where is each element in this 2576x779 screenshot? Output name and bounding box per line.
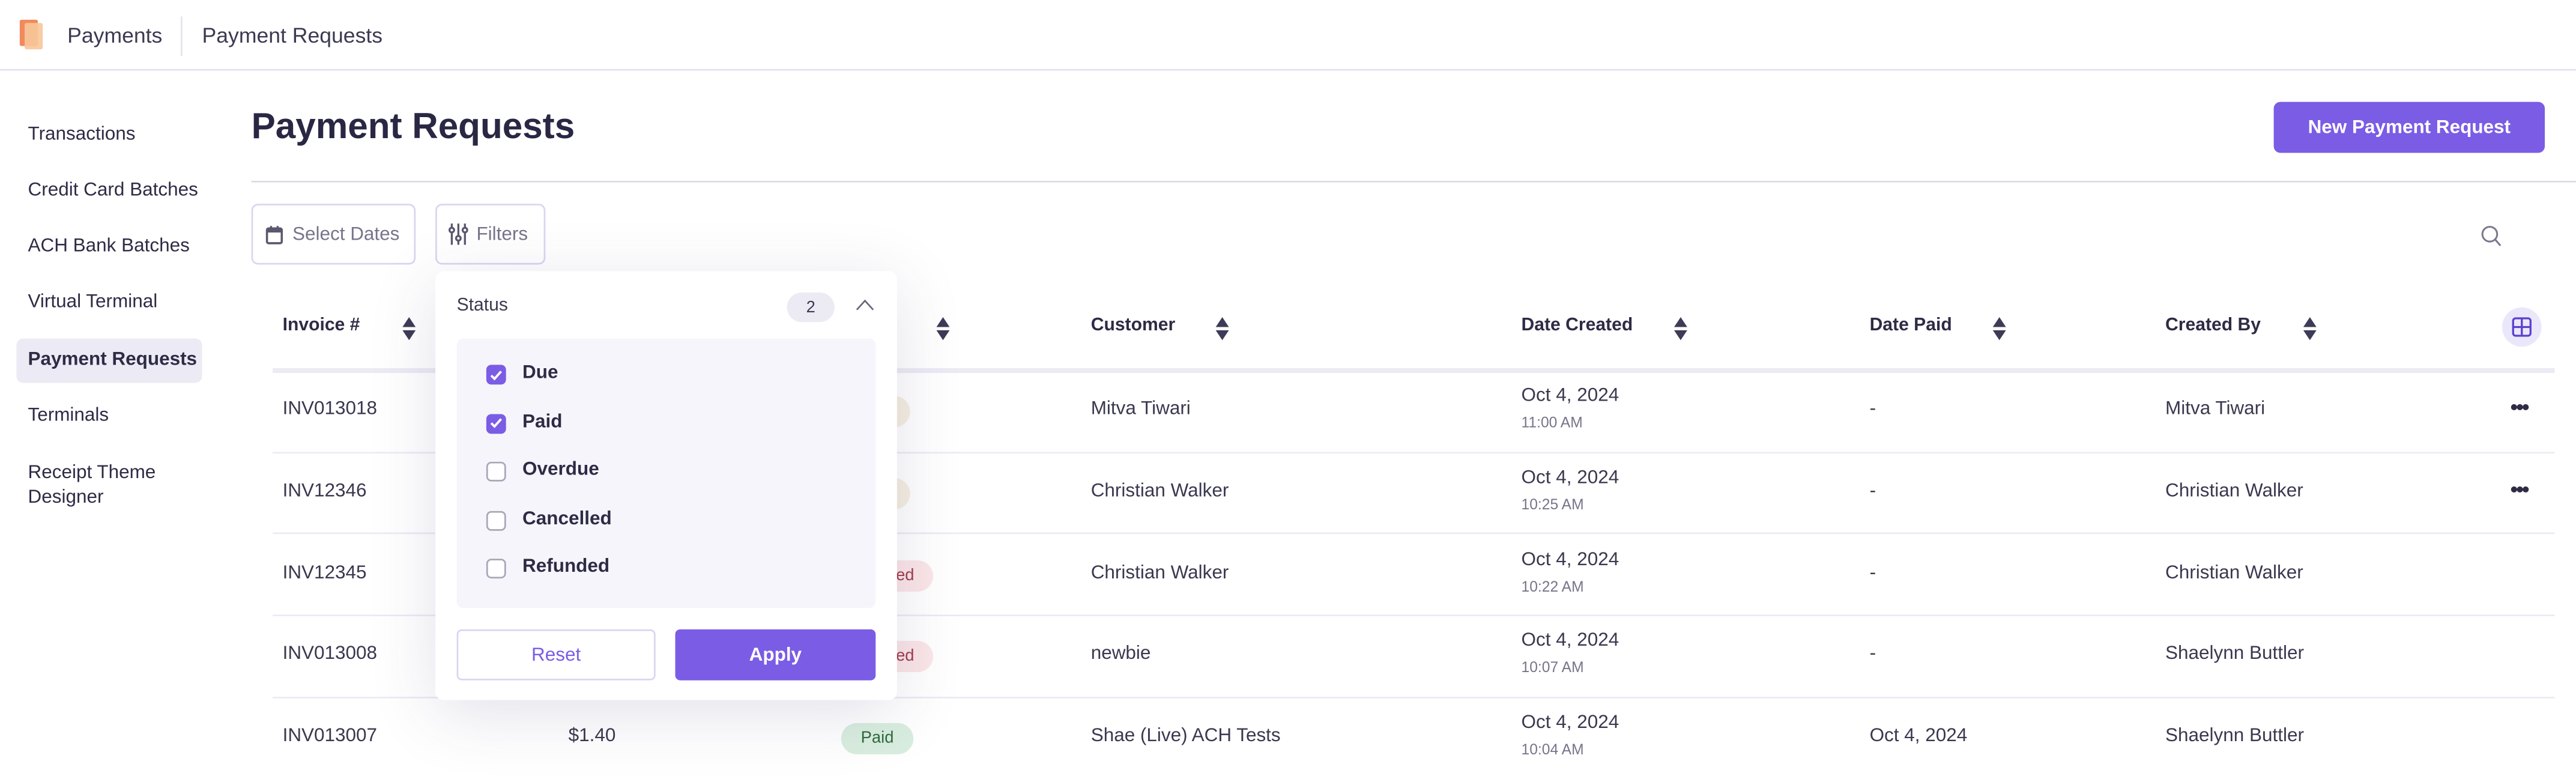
app-name[interactable]: Payments (67, 23, 162, 47)
invoice-number[interactable]: INV12345 (283, 563, 367, 583)
date-paid: - (1869, 563, 1876, 583)
created-by: Shaelynn Buttler (2165, 726, 2304, 747)
option-label: Paid (522, 411, 563, 432)
search-icon[interactable] (2481, 225, 2502, 247)
date-paid: - (1869, 399, 1876, 419)
page-title: Payment Requests (251, 105, 575, 147)
option-label: Overdue (522, 460, 599, 480)
status-section-label: Status (456, 296, 508, 316)
divider (180, 16, 183, 56)
invoice-number[interactable]: INV013008 (283, 645, 377, 665)
select-dates-button[interactable]: Select Dates (251, 204, 416, 265)
column-date-paid[interactable]: Date Paid (1870, 315, 1952, 335)
column-date-created[interactable]: Date Created (1522, 315, 1633, 335)
invoice-number[interactable]: INV013007 (283, 727, 377, 747)
reset-button[interactable]: Reset (456, 629, 656, 680)
sidebar-item-credit-card-batches[interactable]: Credit Card Batches (28, 181, 198, 201)
customer-name: newbie (1090, 644, 1151, 665)
customer-name: Shae (Live) ACH Tests (1090, 726, 1281, 747)
checkbox[interactable] (486, 365, 506, 385)
checkbox[interactable] (486, 559, 506, 579)
filter-popup: Status 2 Due Paid Overdue Cancelled Refunded… (435, 271, 897, 700)
more-actions-icon[interactable]: ••• (2511, 395, 2530, 419)
date-created: Oct 4, 2024 (1521, 550, 1619, 570)
filters-button[interactable]: Filters (435, 204, 546, 265)
sliders-icon (448, 223, 468, 245)
time-created: 10:04 AM (1521, 741, 1584, 758)
check-icon (490, 418, 502, 428)
checkbox[interactable] (486, 413, 506, 433)
checkbox[interactable] (486, 461, 506, 482)
sort-icon[interactable] (936, 317, 950, 341)
checkbox[interactable] (486, 510, 506, 530)
created-by: Mitva Tiwari (2165, 399, 2266, 419)
created-by: Shaelynn Buttler (2165, 644, 2304, 665)
date-paid: - (1869, 644, 1876, 665)
created-by: Christian Walker (2165, 563, 2303, 583)
amount: $1.40 (568, 726, 616, 747)
time-created: 11:00 AM (1521, 414, 1583, 431)
sidebar-item-virtual-terminal[interactable]: Virtual Terminal (28, 293, 158, 312)
calendar-icon (265, 225, 283, 244)
payments-logo-icon (19, 19, 43, 50)
customer-name: Christian Walker (1090, 563, 1229, 583)
customer-name: Christian Walker (1090, 481, 1229, 501)
sidebar-item-receipt-theme-designer[interactable]: Receipt Theme Designer (28, 462, 184, 511)
selected-count-badge: 2 (787, 293, 835, 323)
divider (251, 180, 2576, 183)
time-created: 10:22 AM (1521, 577, 1584, 595)
time-created: 10:25 AM (1521, 496, 1584, 513)
filters-label: Filters (476, 224, 528, 244)
sidebar-item-transactions[interactable]: Transactions (28, 125, 136, 145)
column-invoice[interactable]: Invoice # (283, 315, 360, 335)
sort-icon[interactable] (402, 317, 416, 341)
date-paid: - (1869, 481, 1876, 501)
date-created: Oct 4, 2024 (1521, 468, 1619, 488)
option-label: Due (522, 363, 558, 383)
customer-name: Mitva Tiwari (1090, 399, 1191, 419)
column-customer[interactable]: Customer (1091, 315, 1175, 335)
date-created: Oct 4, 2024 (1521, 631, 1619, 652)
column-created-by[interactable]: Created By (2165, 315, 2261, 335)
invoice-number[interactable]: INV12346 (283, 481, 367, 501)
apply-button[interactable]: Apply (675, 629, 876, 680)
grid-icon (2512, 317, 2532, 337)
date-created: Oct 4, 2024 (1521, 713, 1619, 733)
chevron-up-icon[interactable] (856, 299, 874, 311)
sidebar-item-ach-bank-batches[interactable]: ACH Bank Batches (28, 237, 190, 256)
sort-icon[interactable] (1673, 317, 1687, 341)
date-paid: Oct 4, 2024 (1869, 726, 1968, 747)
select-dates-label: Select Dates (292, 224, 400, 244)
sort-icon[interactable] (1992, 317, 2006, 341)
breadcrumb: Payment Requests (202, 23, 383, 48)
status-options (456, 338, 876, 608)
date-created: Oct 4, 2024 (1521, 386, 1619, 406)
option-label: Refunded (522, 557, 610, 577)
check-icon (490, 369, 502, 380)
sort-icon[interactable] (1215, 317, 1229, 341)
invoice-number[interactable]: INV013018 (283, 399, 377, 419)
top-bar: Payments Payment Requests (0, 0, 2576, 71)
status-badge: Paid (841, 723, 914, 755)
more-actions-icon[interactable]: ••• (2511, 476, 2530, 501)
created-by: Christian Walker (2165, 481, 2303, 501)
time-created: 10:07 AM (1521, 659, 1584, 676)
sidebar-item-terminals[interactable]: Terminals (28, 406, 109, 426)
column-settings-button[interactable] (2502, 307, 2542, 347)
sort-icon[interactable] (2303, 317, 2317, 341)
option-label: Cancelled (522, 508, 612, 529)
new-payment-request-button[interactable]: New Payment Request (2273, 102, 2545, 153)
sidebar-item-payment-requests[interactable]: Payment Requests (28, 350, 198, 370)
